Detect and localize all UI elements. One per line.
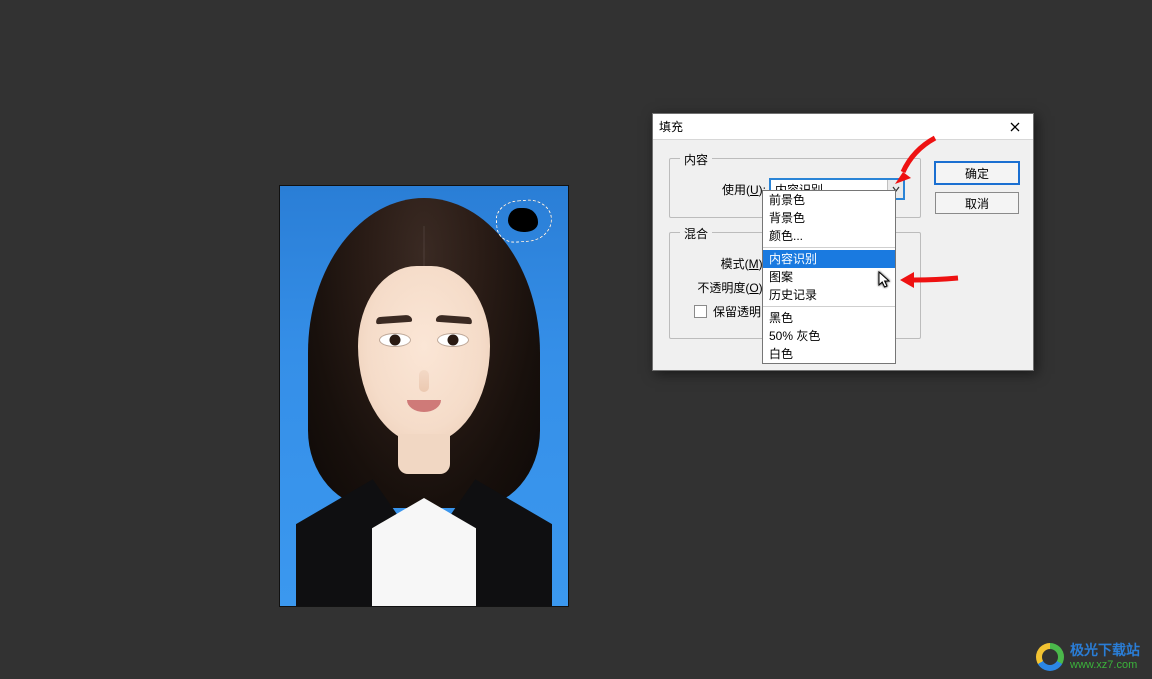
dropdown-option[interactable]: 前景色 <box>763 191 895 209</box>
content-legend: 内容 <box>680 151 712 168</box>
photo-neck <box>398 434 450 474</box>
dropdown-option[interactable]: 图案 <box>763 268 895 286</box>
watermark-url: www.xz7.com <box>1070 659 1140 671</box>
dialog-titlebar[interactable]: 填充 <box>653 114 1033 140</box>
dropdown-option[interactable]: 黑色 <box>763 309 895 327</box>
opacity-label: 不透明度(O): <box>680 279 770 296</box>
dropdown-option[interactable]: 白色 <box>763 345 895 363</box>
watermark-logo-icon <box>1036 643 1064 671</box>
annotation-arrow-2 <box>896 260 966 303</box>
ok-button[interactable]: 确定 <box>935 162 1019 184</box>
lasso-selection[interactable] <box>495 198 554 244</box>
dropdown-option[interactable]: 历史记录 <box>763 286 895 304</box>
dropdown-option[interactable]: 颜色... <box>763 227 895 245</box>
use-dropdown-list[interactable]: 前景色背景色颜色... 内容识别图案历史记录黑色50% 灰色白色 <box>762 190 896 364</box>
use-label: 使用(U): <box>680 181 770 198</box>
document-canvas[interactable] <box>280 186 568 606</box>
dropdown-option[interactable]: 内容识别 <box>763 250 895 268</box>
cancel-button[interactable]: 取消 <box>935 192 1019 214</box>
mode-label: 模式(M): <box>680 255 770 272</box>
dialog-title: 填充 <box>659 114 683 140</box>
blend-legend: 混合 <box>680 225 712 242</box>
annotation-arrow-1 <box>885 130 945 193</box>
preserve-transparency-checkbox[interactable] <box>694 305 707 318</box>
mouse-cursor-icon <box>878 271 892 292</box>
dropdown-option[interactable]: 50% 灰色 <box>763 327 895 345</box>
dropdown-option[interactable]: 背景色 <box>763 209 895 227</box>
close-button[interactable] <box>1003 117 1027 137</box>
watermark: 极光下载站 www.xz7.com <box>1036 643 1140 671</box>
watermark-title: 极光下载站 <box>1070 643 1140 658</box>
